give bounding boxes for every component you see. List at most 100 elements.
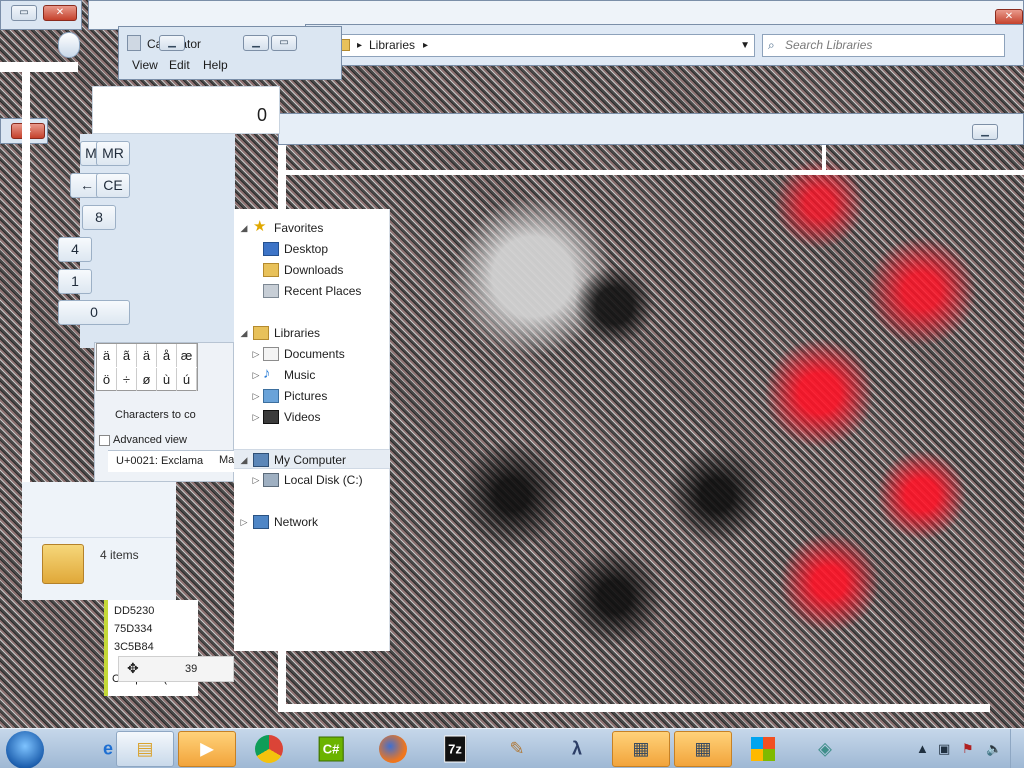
nav-recent-places[interactable]: Recent Places — [234, 281, 390, 301]
taskbar-paint[interactable]: ✎ — [488, 731, 546, 767]
calc-mr-button[interactable]: MR — [96, 141, 130, 166]
libraries-icon — [253, 326, 269, 340]
list-item[interactable]: 75D334 — [114, 620, 154, 638]
nav-libraries-label: Libraries — [274, 326, 321, 340]
menu-edit[interactable]: Edit — [169, 58, 190, 72]
expand-arrow-icon[interactable]: ▷ — [251, 344, 261, 364]
restore-button[interactable]: ▭ — [11, 5, 37, 21]
taskbar-7zip[interactable]: 7z — [426, 731, 484, 767]
expand-arrow-icon[interactable]: ▷ — [251, 386, 261, 406]
expand-arrow-icon[interactable]: ▷ — [251, 365, 261, 385]
charmap-cell[interactable]: ø — [137, 368, 157, 391]
taskbar-chrome[interactable] — [240, 731, 298, 767]
charmap-cell[interactable]: æ — [177, 344, 197, 367]
charmap-cell[interactable]: ä — [137, 344, 157, 367]
nav-music-label: Music — [284, 368, 316, 382]
taskbar-firefox[interactable] — [364, 731, 422, 767]
charmap-cell[interactable]: ã — [117, 344, 137, 367]
coord-fragment: 39 — [185, 663, 198, 675]
nav-pictures-label: Pictures — [284, 389, 328, 403]
expand-arrow-icon[interactable]: ▷ — [251, 470, 261, 490]
calc-8-button[interactable]: 8 — [82, 205, 116, 230]
taskbar-csharp[interactable]: C# — [302, 731, 360, 767]
volume-icon[interactable]: 🔈 — [986, 741, 1002, 757]
nav-network[interactable]: ▷ Network — [234, 512, 390, 532]
collapse-arrow-icon[interactable]: ◢ — [239, 450, 249, 470]
nav-videos[interactable]: ▷ Videos — [234, 407, 390, 427]
image-window: ▁ — [278, 113, 1024, 145]
expand-arrow-icon[interactable]: ▷ — [239, 512, 249, 532]
nav-local-disk[interactable]: ▷ Local Disk (C:) — [234, 470, 390, 490]
nav-downloads[interactable]: Downloads — [234, 260, 390, 280]
charmap-cell[interactable]: å — [157, 344, 177, 367]
nav-documents[interactable]: ▷ Documents — [234, 344, 390, 364]
expand-arrow-icon[interactable]: ▷ — [251, 407, 261, 427]
charmap-cell[interactable]: ÷ — [117, 368, 137, 391]
advanced-view-checkbox[interactable] — [99, 435, 110, 446]
close-button-3[interactable]: ✕ — [995, 9, 1023, 25]
list-item[interactable]: DD5230 — [114, 602, 154, 620]
close-button[interactable]: ✕ — [43, 5, 77, 21]
show-hidden-icons-icon[interactable]: ▲ — [916, 741, 929, 756]
taskbar-media-player[interactable]: ▶ — [178, 731, 236, 767]
nav-desktop[interactable]: Desktop — [234, 239, 390, 259]
minimize-button[interactable]: ▁ — [972, 124, 998, 140]
calc-4-button[interactable]: 4 — [58, 237, 92, 262]
nav-music[interactable]: ▷ ♪ Music — [234, 365, 390, 385]
address-dropdown-icon[interactable]: ▼ — [740, 35, 750, 56]
list-item[interactable]: 3C5B84 — [114, 638, 154, 656]
search-box[interactable]: ⌕ Search Libraries — [762, 34, 1005, 57]
taskbar-calculator-2[interactable]: ▦ — [674, 731, 732, 767]
nav-favorites[interactable]: ◢ ★ Favorites — [234, 218, 390, 238]
top-left-window: ▭ ✕ — [0, 0, 82, 30]
nav-network-label: Network — [274, 515, 319, 529]
address-path[interactable]: Libraries — [369, 35, 415, 56]
address-root-arrow[interactable]: ▸ — [357, 35, 362, 56]
calc-maximize-button[interactable]: ▭ — [271, 35, 297, 51]
taskbar-explorer[interactable]: ▤ — [116, 731, 174, 767]
charmap-cell[interactable]: ä — [97, 344, 117, 367]
charmap-cell[interactable]: ú — [177, 368, 197, 391]
nav-my-computer[interactable]: ◢ My Computer — [234, 449, 390, 469]
menu-help[interactable]: Help — [203, 58, 228, 72]
nav-recent-places-label: Recent Places — [284, 284, 362, 298]
image-window-line — [286, 170, 1024, 175]
charmap-cell[interactable]: ö — [97, 368, 117, 391]
calc-0-button[interactable]: 0 — [58, 300, 130, 325]
navigation-pane: ◢ ★ Favorites Desktop Downloads Recent P… — [234, 209, 390, 651]
nav-pictures[interactable]: ▷ Pictures — [234, 386, 390, 406]
nav-favorites-label: Favorites — [274, 221, 324, 235]
image-window-vline — [822, 145, 826, 170]
taskbar-windows-update[interactable] — [734, 731, 792, 767]
action-center-icon[interactable]: ⚑ — [962, 741, 974, 757]
address-sep[interactable]: ▸ — [423, 35, 428, 56]
network-tray-icon[interactable]: ▣ — [938, 741, 950, 757]
collapse-arrow-icon[interactable]: ◢ — [239, 218, 249, 238]
taskbar-lambda[interactable]: λ — [548, 731, 606, 767]
7zip-icon: 7z — [444, 735, 466, 763]
image-window-bottom-frame — [278, 704, 990, 712]
item-count: 4 items — [100, 548, 139, 562]
calc-minimize-button[interactable]: ▁ — [243, 35, 269, 51]
details-pane: 4 items — [22, 482, 176, 600]
address-bar[interactable]: ▸ Libraries ▸ ▼ — [330, 34, 755, 57]
start-button[interactable] — [6, 731, 44, 768]
menu-view[interactable]: View — [132, 58, 158, 72]
calc-extra-button[interactable]: ▁ — [159, 35, 185, 51]
downloads-folder-icon — [263, 263, 279, 277]
taskbar: e ▤ ▶ C# 7z ✎ λ ▦ ▦ ◈ ▲ ▣ ⚑ 🔈 — [0, 728, 1024, 768]
taskbar-calculator-1[interactable]: ▦ — [612, 731, 670, 767]
star-icon: ★ — [253, 218, 267, 235]
show-desktop-button[interactable] — [1010, 729, 1024, 768]
charmap-cell[interactable]: ù — [157, 368, 177, 391]
nav-downloads-label: Downloads — [284, 263, 344, 277]
characters-to-copy-label: Characters to co — [115, 409, 196, 421]
calc-ce-button[interactable]: CE — [96, 173, 130, 198]
nav-libraries[interactable]: ◢ Libraries — [234, 323, 390, 343]
collapse-arrow-icon[interactable]: ◢ — [239, 323, 249, 343]
charmap-row: äãäåæ — [97, 344, 199, 367]
calc-1-button[interactable]: 1 — [58, 269, 92, 294]
taskbar-network-app[interactable]: ◈ — [796, 731, 854, 767]
forward-nav-button[interactable] — [58, 32, 80, 58]
media-player-icon: ▶ — [200, 738, 214, 759]
